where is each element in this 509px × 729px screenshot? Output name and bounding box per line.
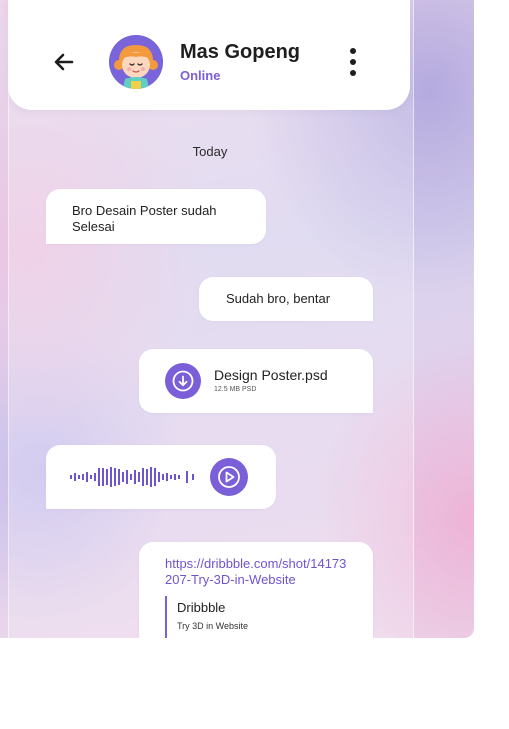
download-icon [172,370,194,392]
message-incoming[interactable]: Bro Desain Poster sudah Selesai [46,189,266,244]
play-button[interactable] [210,458,248,496]
chat-header: Mas Gopeng Online [8,0,410,110]
play-icon [218,466,240,488]
file-message[interactable]: Design Poster.psd 12.5 MB PSD [139,349,373,413]
file-name: Design Poster.psd [214,367,328,383]
voice-message[interactable] [46,445,276,509]
link-preview-description: Try 3D in Website [177,621,249,631]
link-message[interactable]: https://dribbble.com/shot/14173207-Try-3… [139,542,373,638]
contact-name: Mas Gopeng [180,41,301,63]
link-preview[interactable]: Dribbble Try 3D in Website [165,596,357,638]
link-preview-title: Dribbble [177,600,226,615]
back-button[interactable] [50,48,78,76]
date-separator: Today [192,144,228,159]
download-button[interactable] [165,363,201,399]
message-outgoing[interactable]: Sudah bro, bentar [199,277,373,321]
message-text: Bro Desain Poster sudah Selesai [72,203,217,234]
avatar-illustration [109,35,163,89]
contact-status: Online [180,68,221,83]
message-link[interactable]: https://dribbble.com/shot/14173207-Try-3… [165,556,347,588]
avatar[interactable] [109,35,163,89]
waveform-icon [70,467,194,487]
more-options-button[interactable] [344,47,362,79]
file-meta: 12.5 MB PSD [214,386,257,393]
chat-screen: Mas Gopeng Online Today Bro Desain Poste… [0,0,474,638]
arrow-left-icon [54,53,74,71]
message-text: Sudah bro, bentar [226,291,331,306]
